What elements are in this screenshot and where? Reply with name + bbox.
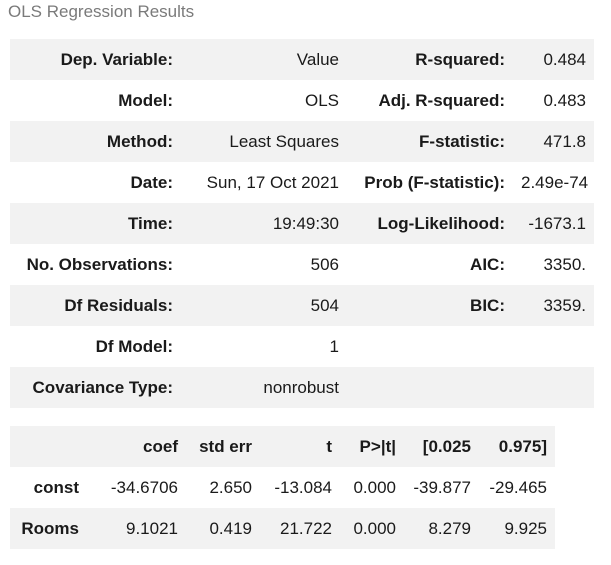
coef-cell: 0.419 bbox=[186, 508, 260, 549]
coef-row: const -34.6706 2.650 -13.084 0.000 -39.877 -29… bbox=[10, 467, 555, 508]
coefficient-table: coef std err t P>|t| [0.025 0.975] const -34.6… bbox=[10, 426, 555, 549]
summary-label: Dep. Variable: bbox=[10, 39, 181, 80]
summary-label bbox=[347, 367, 513, 408]
summary-label: BIC: bbox=[347, 285, 513, 326]
summary-value: 0.483 bbox=[543, 90, 586, 110]
summary-label: Covariance Type: bbox=[10, 367, 181, 408]
coef-cell: -39.877 bbox=[413, 477, 471, 497]
summary-label: R-squared: bbox=[347, 39, 513, 80]
summary-value: Value bbox=[181, 39, 347, 80]
coef-cell: -29.465 bbox=[489, 477, 547, 497]
summary-row: Covariance Type: nonrobust bbox=[10, 367, 594, 408]
coef-row-label: Rooms bbox=[10, 508, 87, 549]
summary-row: Dep. Variable: Value R-squared: 0.484 bbox=[10, 39, 594, 80]
summary-value: 3350. bbox=[543, 254, 586, 274]
summary-value: 0.484 bbox=[513, 39, 594, 80]
results-caption: OLS Regression Results bbox=[8, 2, 195, 21]
summary-value: 3359. bbox=[513, 285, 594, 326]
summary-row: Df Model: 1 bbox=[10, 326, 594, 367]
coef-row-label: const bbox=[33, 477, 79, 497]
coef-column-header: std err bbox=[186, 426, 260, 467]
summary-label: AIC: bbox=[470, 254, 505, 274]
coef-column-header: t bbox=[260, 426, 340, 467]
summary-label: Log-Likelihood: bbox=[347, 203, 513, 244]
summary-label: Prob (F-statistic): bbox=[364, 172, 505, 192]
coef-cell: 9.1021 bbox=[87, 508, 186, 549]
summary-value: Least Squares bbox=[181, 121, 347, 162]
coef-column-header bbox=[10, 426, 87, 467]
coef-cell: 8.279 bbox=[404, 508, 479, 549]
summary-value: 1 bbox=[329, 336, 339, 356]
summary-row: Time: 19:49:30 Log-Likelihood: -1673.1 bbox=[10, 203, 594, 244]
summary-value bbox=[513, 326, 594, 367]
summary-row: No. Observations: 506 AIC: 3350. bbox=[10, 244, 594, 285]
summary-row: Date: Sun, 17 Oct 2021 Prob (F-statistic):… bbox=[10, 162, 594, 203]
coef-column-header: [0.025 bbox=[404, 426, 479, 467]
coef-header-row: coef std err t P>|t| [0.025 0.975] bbox=[10, 426, 555, 467]
coef-column-header: coef bbox=[87, 426, 186, 467]
coef-cell: 21.722 bbox=[260, 508, 340, 549]
summary-row: Method: Least Squares F-statistic: 471.8 bbox=[10, 121, 594, 162]
summary-label: No. Observations: bbox=[26, 254, 173, 274]
summary-label: Model: bbox=[118, 90, 173, 110]
summary-label: Time: bbox=[10, 203, 181, 244]
coef-cell: -34.6706 bbox=[110, 477, 178, 497]
summary-label: F-statistic: bbox=[347, 121, 513, 162]
summary-label bbox=[347, 326, 513, 367]
coef-cell: 0.000 bbox=[353, 477, 396, 497]
summary-label: Date: bbox=[130, 172, 173, 192]
summary-label: Df Residuals: bbox=[10, 285, 181, 326]
summary-row: Model: OLS Adj. R-squared: 0.483 bbox=[10, 80, 594, 121]
summary-value: 471.8 bbox=[513, 121, 594, 162]
summary-value: OLS bbox=[304, 90, 339, 110]
summary-label: Method: bbox=[10, 121, 181, 162]
summary-value: 2.49e-74 bbox=[521, 172, 589, 192]
coef-cell: 0.000 bbox=[340, 508, 404, 549]
coef-cell: 2.650 bbox=[209, 477, 252, 497]
summary-value: nonrobust bbox=[181, 367, 347, 408]
summary-label: Df Model: bbox=[95, 336, 173, 356]
coef-row: Rooms 9.1021 0.419 21.722 0.000 8.279 9.925 bbox=[10, 508, 555, 549]
summary-value: 504 bbox=[181, 285, 347, 326]
model-summary-table: Dep. Variable: Value R-squared: 0.484 Model:… bbox=[10, 39, 594, 408]
coef-column-header: 0.975] bbox=[479, 426, 555, 467]
summary-value: 506 bbox=[310, 254, 339, 274]
coef-column-header: P>|t| bbox=[340, 426, 404, 467]
summary-label: Adj. R-squared: bbox=[378, 90, 505, 110]
summary-value: Sun, 17 Oct 2021 bbox=[206, 172, 339, 192]
coef-cell: 9.925 bbox=[479, 508, 555, 549]
summary-value: 19:49:30 bbox=[181, 203, 347, 244]
coef-cell: -13.084 bbox=[274, 477, 332, 497]
summary-row: Df Residuals: 504 BIC: 3359. bbox=[10, 285, 594, 326]
summary-value: -1673.1 bbox=[513, 203, 594, 244]
summary-value bbox=[513, 367, 594, 408]
